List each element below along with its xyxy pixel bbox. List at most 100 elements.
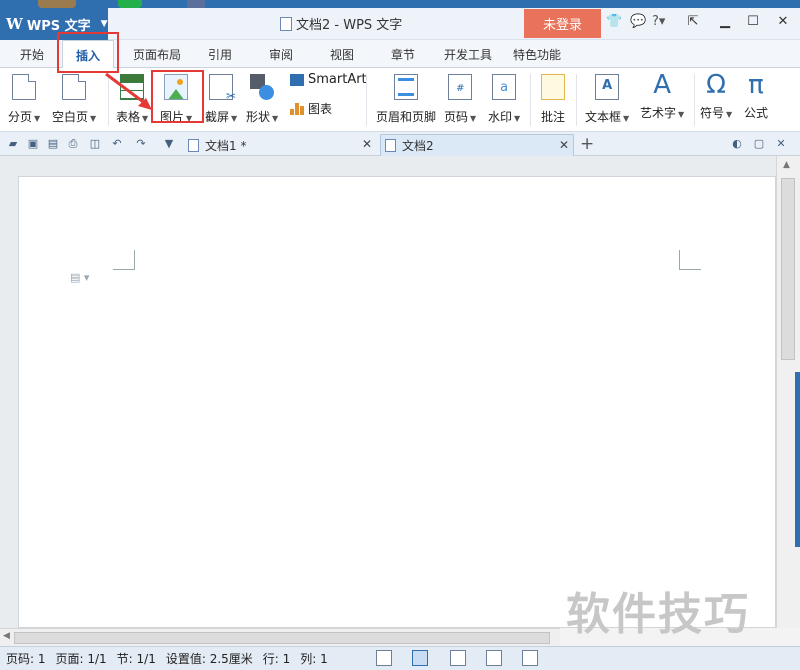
scroll-left-icon[interactable]: ◀ bbox=[3, 631, 10, 641]
document-page[interactable] bbox=[18, 176, 776, 628]
document-icon bbox=[188, 138, 199, 152]
wordart-icon: A bbox=[653, 70, 671, 100]
chat-icon[interactable]: 💬 bbox=[630, 14, 646, 29]
horizontal-scrollbar[interactable]: ◀ bbox=[0, 628, 560, 646]
tab-page-layout[interactable]: 页面布局 bbox=[133, 46, 181, 63]
omega-icon: Ω bbox=[706, 70, 727, 100]
document-area bbox=[0, 156, 776, 628]
page-number-label: 页码 bbox=[444, 110, 469, 124]
outline-view-icon[interactable] bbox=[450, 650, 466, 666]
open-folder-icon[interactable]: ▰ bbox=[6, 137, 20, 151]
close-icon[interactable]: ✕ bbox=[559, 138, 569, 152]
tab-chapter[interactable]: 章节 bbox=[391, 46, 415, 63]
page-number-button[interactable]: 页码▼ bbox=[444, 68, 476, 125]
tab-developer[interactable]: 开发工具 bbox=[444, 46, 492, 63]
redo-icon[interactable]: ↷ bbox=[134, 137, 148, 151]
watermark-button[interactable]: 水印▼ bbox=[488, 68, 520, 125]
comment-button[interactable]: 批注 bbox=[541, 68, 565, 125]
ribbon-separator bbox=[576, 74, 577, 126]
chart-button[interactable]: 图表 bbox=[290, 100, 332, 117]
ribbon-separator bbox=[108, 74, 109, 126]
comment-label: 批注 bbox=[541, 110, 566, 124]
shirt-skin-icon[interactable]: 👕 bbox=[606, 14, 622, 29]
web-view-icon[interactable] bbox=[486, 650, 502, 666]
app-name: WPS 文字 bbox=[26, 18, 91, 34]
doc-tab-2[interactable]: 文档2 ✕ bbox=[380, 134, 574, 156]
close-button[interactable]: ✕ bbox=[772, 12, 794, 30]
blank-page-icon bbox=[62, 74, 87, 100]
page-break-button[interactable]: 分页 ▼ bbox=[8, 68, 40, 125]
equation-button[interactable]: π 公式 bbox=[744, 68, 768, 121]
picture-label: 图片 bbox=[160, 110, 185, 124]
chevron-down-icon[interactable]: ▼ bbox=[162, 137, 176, 151]
close-icon[interactable]: ✕ bbox=[362, 137, 372, 151]
tab-home[interactable]: 开始 bbox=[20, 46, 44, 63]
taskbar-app-icon[interactable] bbox=[187, 0, 205, 8]
blank-page-button[interactable]: 空白页 ▼ bbox=[52, 68, 96, 125]
comment-icon bbox=[541, 74, 565, 100]
window-title-text: 文档2 - WPS 文字 bbox=[296, 18, 403, 33]
doc-tab-label: 文档2 bbox=[402, 139, 434, 153]
app-menu-button[interactable]: W WPS 文字 ▼ bbox=[0, 8, 108, 40]
document-icon bbox=[280, 16, 292, 31]
shapes-label: 形状 bbox=[246, 110, 271, 124]
shapes-button[interactable]: 形状 ▼ bbox=[246, 68, 278, 125]
wordart-button[interactable]: A 艺术字 ▼ bbox=[640, 68, 684, 121]
wps-logo-icon: W bbox=[6, 15, 23, 33]
undo-icon[interactable]: ↶ bbox=[110, 137, 124, 151]
page-view-icon[interactable] bbox=[412, 650, 428, 666]
taskbar-app-icon[interactable] bbox=[38, 0, 76, 8]
doc-panel-icon[interactable]: ◐ bbox=[730, 137, 744, 151]
wordart-label: 艺术字 bbox=[640, 106, 677, 120]
export-pdf-icon[interactable]: ▤ bbox=[46, 137, 60, 151]
status-bar: 页码: 1 页面: 1/1 节: 1/1 设置值: 2.5厘米 行: 1 列: … bbox=[0, 646, 800, 670]
side-panel-tab[interactable] bbox=[795, 372, 800, 547]
watermark-text: 软件技巧 bbox=[566, 589, 750, 640]
doc-tab-1[interactable]: 文档1 * ✕ bbox=[184, 134, 376, 156]
chart-icon bbox=[290, 102, 304, 115]
login-button[interactable]: 未登录 bbox=[524, 9, 601, 38]
taskbar-app-icon[interactable] bbox=[118, 0, 142, 8]
status-section: 节: 1/1 bbox=[116, 652, 156, 666]
symbol-button[interactable]: Ω 符号 ▼ bbox=[700, 68, 732, 121]
screenshot-button[interactable]: 截屏▼ bbox=[205, 68, 237, 125]
maximize-button[interactable]: ☐ bbox=[742, 12, 764, 30]
tab-view[interactable]: 视图 bbox=[330, 46, 354, 63]
ribbon-separator bbox=[530, 74, 531, 126]
table-button[interactable]: 表格 ▼ bbox=[116, 68, 148, 125]
help-button[interactable]: ?▾ bbox=[652, 14, 665, 29]
textbox-button[interactable]: 文本框▼ bbox=[585, 68, 629, 125]
tab-references[interactable]: 引用 bbox=[208, 46, 232, 63]
new-tab-button[interactable]: + bbox=[580, 134, 594, 154]
vertical-scroll-thumb[interactable] bbox=[781, 178, 795, 360]
taskbar-strip bbox=[0, 0, 800, 8]
scroll-up-icon[interactable]: ▲ bbox=[783, 160, 790, 170]
status-setting: 设置值: 2.5厘米 bbox=[165, 652, 253, 666]
save-icon[interactable]: ▣ bbox=[26, 137, 40, 151]
print-preview-icon[interactable]: ◫ bbox=[88, 137, 102, 151]
minimize-button[interactable]: ▁ bbox=[714, 12, 736, 30]
horizontal-scroll-thumb[interactable] bbox=[14, 632, 550, 644]
print-icon[interactable]: ⎙ bbox=[66, 137, 80, 151]
doc-list-icon[interactable]: ▢ bbox=[752, 137, 766, 151]
page-break-icon bbox=[12, 74, 37, 100]
symbol-label: 符号 bbox=[700, 106, 725, 120]
paragraph-layout-icon[interactable]: ▤ ▾ bbox=[70, 271, 89, 284]
smartart-button[interactable]: SmartArt bbox=[290, 72, 367, 87]
quick-access-bar: ▰ ▣ ▤ ⎙ ◫ ↶ ↷ ▼ 文档1 * ✕ 文档2 ✕ + ◐ ▢ ✕ bbox=[0, 132, 800, 156]
picture-button[interactable]: 图片 ▼ bbox=[160, 68, 192, 125]
restore-ribbon-icon[interactable]: ⇱ bbox=[682, 12, 704, 30]
blank-page-label: 空白页 bbox=[52, 110, 89, 124]
fullscreen-view-icon[interactable] bbox=[376, 650, 392, 666]
reading-mode-icon[interactable] bbox=[522, 650, 538, 666]
header-footer-label: 页眉和页脚 bbox=[376, 110, 437, 124]
margin-corner-left bbox=[113, 250, 135, 270]
tab-review[interactable]: 审阅 bbox=[269, 46, 293, 63]
close-all-icon[interactable]: ✕ bbox=[774, 137, 788, 151]
smartart-icon bbox=[290, 73, 304, 86]
chevron-down-icon: ▼ bbox=[100, 19, 108, 29]
tab-features[interactable]: 特色功能 bbox=[513, 46, 561, 63]
tab-insert[interactable]: 插入 bbox=[62, 40, 114, 69]
page-break-label: 分页 bbox=[8, 110, 33, 124]
header-footer-button[interactable]: 页眉和页脚 bbox=[376, 68, 436, 125]
